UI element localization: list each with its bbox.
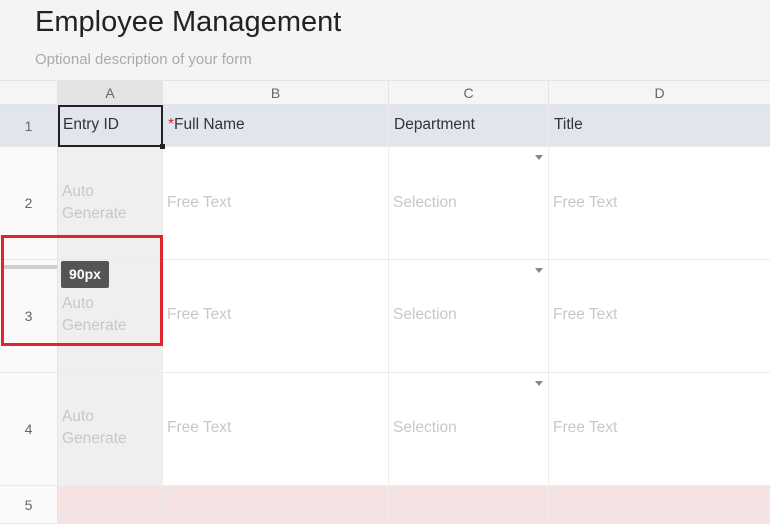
placeholder-free-text: Free Text [553,419,618,436]
cell-department[interactable]: Selection [389,260,549,373]
cell-department[interactable]: Selection [389,373,549,486]
row-header-3[interactable]: 3 [0,260,58,373]
placeholder-auto-generate: Auto Generate [62,295,127,334]
placeholder-free-text: Free Text [167,194,232,211]
placeholder-free-text: Free Text [167,306,232,323]
column-header-a[interactable]: A [58,81,163,105]
row-header-4[interactable]: 4 [0,373,58,486]
column-header-c[interactable]: C [389,81,549,105]
field-label-text: Entry ID [63,116,119,133]
cell-full-name[interactable]: Free Text [163,147,389,260]
row-header-5[interactable]: 5 [0,486,58,524]
field-label-text: Title [554,116,583,133]
cell-row5-a[interactable] [58,486,163,524]
field-label-department[interactable]: Department [389,105,549,147]
field-label-entry-id[interactable]: Entry ID [58,105,163,147]
placeholder-auto-generate: Auto Generate [62,408,127,447]
placeholder-auto-generate: Auto Generate [62,183,127,222]
form-title[interactable]: Employee Management [35,6,341,39]
placeholder-selection: Selection [393,419,457,436]
placeholder-selection: Selection [393,194,457,211]
dropdown-caret-icon[interactable] [535,268,543,273]
corner-cell[interactable] [0,81,58,105]
column-header-b[interactable]: B [163,81,389,105]
placeholder-free-text: Free Text [553,306,618,323]
placeholder-selection: Selection [393,306,457,323]
cell-row5-d[interactable] [549,486,770,524]
row-header-2[interactable]: 2 [0,147,58,260]
cell-title[interactable]: Free Text [549,147,770,260]
field-label-text: Full Name [174,116,245,133]
field-label-full-name[interactable]: *Full Name [163,105,389,147]
cell-row5-b[interactable] [163,486,389,524]
cell-full-name[interactable]: Free Text [163,373,389,486]
cell-title[interactable]: Free Text [549,260,770,373]
cell-entry-id[interactable]: Auto Generate [58,147,163,260]
dropdown-caret-icon[interactable] [535,155,543,160]
form-header: Employee Management Optional description… [0,0,770,80]
column-header-row: A B C D [0,80,770,105]
row-resize-handle[interactable] [2,265,57,269]
row-height-tooltip: 90px [61,261,109,288]
cell-department[interactable]: Selection [389,147,549,260]
placeholder-free-text: Free Text [167,419,232,436]
field-label-text: Department [394,116,475,133]
cell-entry-id[interactable]: Auto Generate [58,373,163,486]
field-label-title[interactable]: Title [549,105,770,147]
column-header-d[interactable]: D [549,81,770,105]
cell-full-name[interactable]: Free Text [163,260,389,373]
dropdown-caret-icon[interactable] [535,381,543,386]
cell-title[interactable]: Free Text [549,373,770,486]
placeholder-free-text: Free Text [553,194,618,211]
form-description[interactable]: Optional description of your form [35,51,252,68]
cell-row5-c[interactable] [389,486,549,524]
row-header-1[interactable]: 1 [0,105,58,147]
